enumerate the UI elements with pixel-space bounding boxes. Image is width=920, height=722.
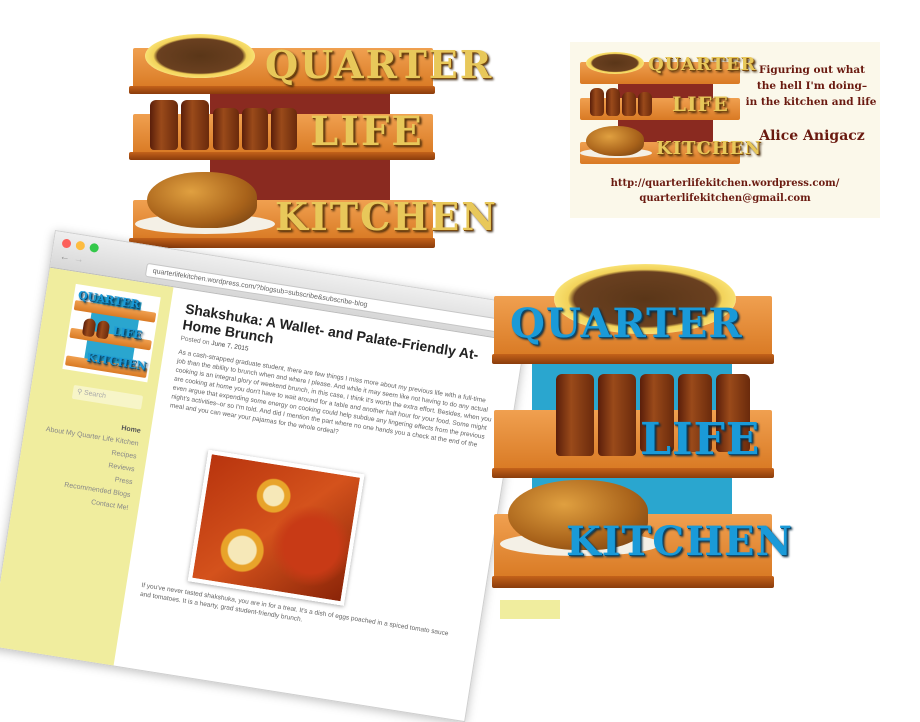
- blue-shelf-front-3: [492, 576, 774, 588]
- blue-logo: QUARTER LIFE KITCHEN: [490, 262, 792, 594]
- card-url: http://quarterlifekitchen.wordpress.com/: [610, 178, 840, 189]
- logo-word-quarter: QUARTER: [265, 42, 494, 87]
- card-jar: [606, 88, 620, 116]
- shelf-front-3: [129, 238, 435, 248]
- card-jar: [638, 92, 652, 116]
- browser-window: ← → quarterlifekitchen.wordpress.com/?bl…: [0, 230, 532, 722]
- jar: [150, 100, 178, 150]
- card-logo: QUARTER LIFE KITCHEN: [576, 48, 761, 172]
- blue-logo-word-life: LIFE: [640, 414, 761, 465]
- card-jar: [622, 92, 636, 116]
- card-tagline-2: the hell I'm doing–: [756, 80, 868, 92]
- logo-word-life: LIFE: [310, 108, 424, 155]
- pie-image: [145, 34, 255, 78]
- jar: [181, 100, 209, 150]
- card-logo-word-kitchen: KITCHEN: [656, 138, 762, 159]
- back-arrow-icon[interactable]: ←: [59, 251, 71, 263]
- jar: [271, 108, 297, 150]
- forward-arrow-icon[interactable]: →: [73, 253, 85, 265]
- card-jar: [590, 88, 604, 116]
- card-turkey: [586, 126, 644, 156]
- close-dot-icon[interactable]: [61, 238, 72, 249]
- logo-word-kitchen: KITCHEN: [275, 194, 498, 239]
- shakshuka-photo: [187, 449, 365, 606]
- jar: [242, 108, 268, 150]
- sidebar-nav: Home About My Quarter Life Kitchen Recip…: [14, 404, 152, 513]
- search-icon: ⚲: [76, 388, 83, 397]
- post-meta-prefix: Posted on: [180, 335, 211, 347]
- jar: [213, 108, 239, 150]
- blue-jar: [598, 374, 636, 456]
- sidebar-logo[interactable]: QUARTER LIFE KITCHEN: [62, 283, 161, 383]
- gold-logo: QUARTER LIFE KITCHEN: [125, 28, 496, 260]
- business-card: QUARTER LIFE KITCHEN Figuring out what t…: [570, 42, 880, 218]
- blue-logo-word-kitchen: KITCHEN: [566, 518, 793, 565]
- turkey-image: [147, 172, 257, 228]
- blue-jar: [556, 374, 594, 456]
- card-name: Alice Anigacz: [759, 128, 865, 144]
- card-email: quarterlifekitchen@gmail.com: [639, 193, 811, 204]
- sidebar-strip: [500, 600, 560, 619]
- shelf-front-1: [129, 86, 435, 94]
- search-placeholder: Search: [83, 389, 107, 400]
- blue-logo-word-quarter: QUARTER: [510, 300, 743, 347]
- blog-sidebar: QUARTER LIFE KITCHEN ⚲ Search Home About…: [0, 267, 174, 666]
- zoom-dot-icon[interactable]: [89, 242, 100, 253]
- blue-shelf-front-1: [492, 354, 774, 364]
- minimize-dot-icon[interactable]: [75, 240, 86, 251]
- card-pie: [586, 52, 644, 74]
- card-tagline-3: in the kitchen and life: [745, 96, 877, 108]
- card-logo-word-life: LIFE: [672, 92, 729, 116]
- blue-shelf-front-2: [492, 468, 774, 478]
- card-tagline-1: Figuring out what: [758, 64, 866, 76]
- sidebar-search[interactable]: ⚲ Search: [71, 384, 144, 410]
- card-logo-word-quarter: QUARTER: [648, 54, 757, 75]
